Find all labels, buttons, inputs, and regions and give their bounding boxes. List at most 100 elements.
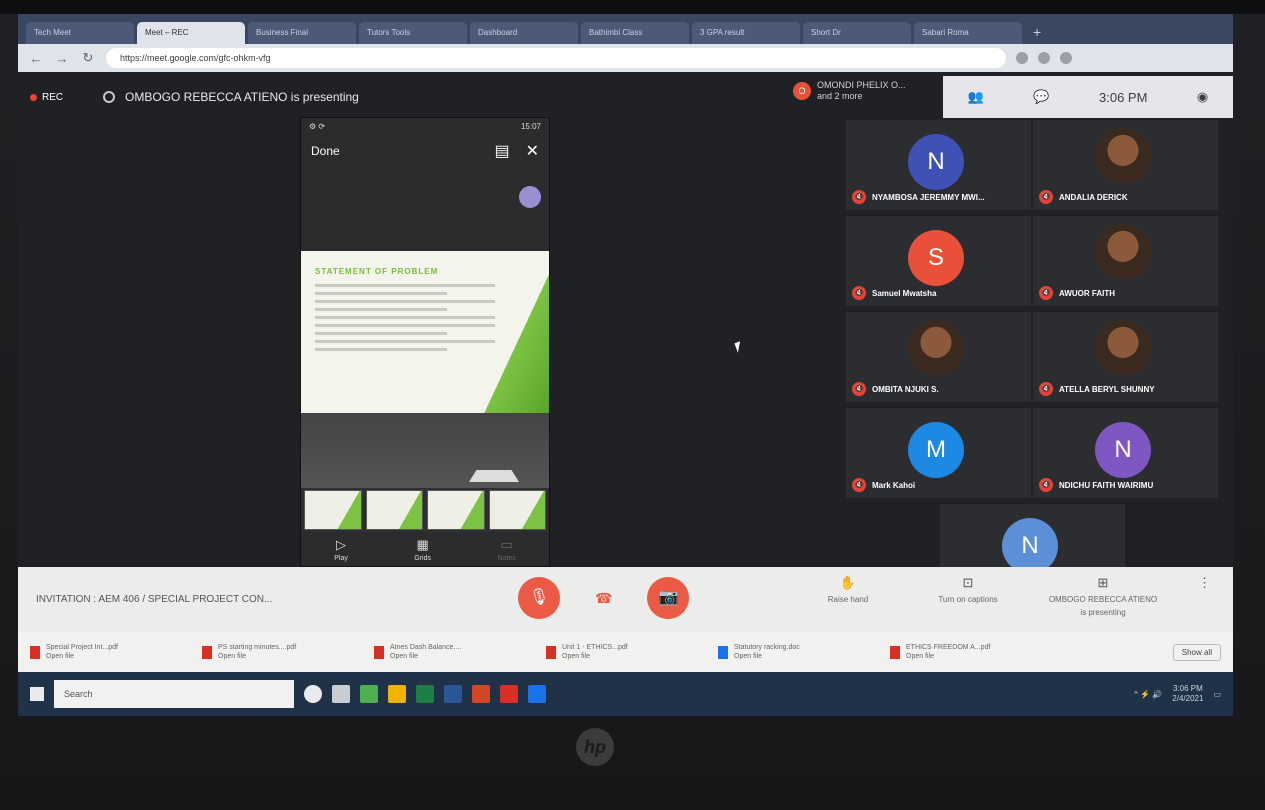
slide-text-line: [315, 308, 447, 311]
phone-status-bar: ⚙ ⟳ 15:07: [301, 118, 549, 136]
participant-name-row: 🔇 Samuel Mwatsha: [852, 286, 936, 300]
file-explorer-icon[interactable]: [388, 685, 406, 703]
browser-tab[interactable]: Sabari Roma: [914, 22, 1022, 44]
forward-icon[interactable]: →: [54, 51, 70, 66]
slide-thumbnail[interactable]: [427, 490, 485, 530]
url-field[interactable]: https://meet.google.com/gfc-ohkm-vfg: [106, 48, 1006, 68]
browser-tab[interactable]: 3 GPA result: [692, 22, 800, 44]
done-button[interactable]: Done: [311, 144, 340, 158]
participant-tile[interactable]: 🔇 ATELLA BERYL SHUNNY: [1033, 312, 1218, 402]
download-open-link[interactable]: Open file: [218, 653, 246, 660]
rec-label: REC: [42, 92, 64, 103]
grids-button[interactable]: ▦ Grids: [414, 537, 431, 562]
grid-icon: ▦: [416, 536, 429, 552]
hand-icon: ✋: [839, 575, 857, 590]
slide-thumbnail[interactable]: [365, 490, 423, 530]
excel-icon[interactable]: [416, 685, 434, 703]
download-item[interactable]: Special Project Int...pdf Open file: [30, 643, 188, 661]
download-open-link[interactable]: Open file: [390, 653, 418, 660]
download-item[interactable]: Atnes Dash Balance.... Open file: [374, 643, 532, 661]
muted-mic-icon: 🔇: [852, 286, 866, 300]
close-icon[interactable]: ✕: [526, 141, 539, 161]
download-open-link[interactable]: Open file: [734, 653, 762, 660]
notes-button[interactable]: ▭ Notes: [497, 537, 515, 562]
raise-hand-button[interactable]: ✋ Raise hand: [808, 575, 888, 617]
participant-photo: [908, 320, 964, 376]
slide-text-line: [315, 284, 496, 287]
participant-name-row: 🔇 ATELLA BERYL SHUNNY: [1039, 382, 1155, 396]
acrobat-icon[interactable]: [500, 685, 518, 703]
taskbar-search[interactable]: Search: [54, 680, 294, 708]
download-filename: Special Project Int...pdf: [46, 644, 118, 651]
presenting-sublabel: is presenting: [1080, 608, 1126, 617]
task-view-icon[interactable]: [332, 685, 350, 703]
notification-icon[interactable]: ▭: [1213, 690, 1221, 699]
new-tab-button[interactable]: +: [1025, 24, 1049, 44]
participant-tile[interactable]: M 🔇 Mark Kahoi: [846, 408, 1031, 498]
participant-grid: N 🔇 NYAMBOSA JEREMMY MWI... 🔇 ANDALIA DERICK…: [846, 120, 1220, 594]
participant-tile[interactable]: N 🔇 NYAMBOSA JEREMMY MWI...: [846, 120, 1031, 210]
chat-icon[interactable]: 💬: [1033, 89, 1049, 105]
clipboard-icon[interactable]: ▤: [494, 141, 509, 161]
more-options-icon[interactable]: ⋮: [1198, 575, 1211, 617]
participant-tile[interactable]: S 🔇 Samuel Mwatsha: [846, 216, 1031, 306]
pdf-file-icon: [890, 645, 900, 659]
download-item[interactable]: Statutory racking.doc Open file: [718, 643, 876, 661]
captions-button[interactable]: ⊡ Turn on captions: [928, 575, 1008, 617]
browser-tab[interactable]: Tech Meet: [26, 22, 134, 44]
participant-tile[interactable]: 🔇 AWUOR FAITH: [1033, 216, 1218, 306]
phone-blank-area: [301, 166, 549, 251]
browser-tab[interactable]: Dashboard: [470, 22, 578, 44]
word-icon[interactable]: [444, 685, 462, 703]
laptop-bezel: [0, 0, 1265, 14]
download-filename: PS starting minutes....pdf: [218, 644, 297, 651]
browser-tab[interactable]: Business Final: [248, 22, 356, 44]
joined-notification: O OMONDI PHELIX O... and 2 more: [793, 80, 906, 102]
muted-mic-icon: 🔇: [1039, 478, 1053, 492]
download-item[interactable]: Unit 1 - ETHICS...pdf Open file: [546, 643, 704, 661]
profile-avatar[interactable]: [1060, 52, 1072, 64]
camera-off-button[interactable]: 📷: [647, 577, 690, 619]
participant-tile[interactable]: N 🔇 NDICHU FAITH WAIRIMU: [1033, 408, 1218, 498]
slide-thumbnail[interactable]: [488, 490, 546, 530]
play-label: Play: [334, 554, 348, 562]
back-icon[interactable]: ←: [28, 51, 44, 66]
download-open-link[interactable]: Open file: [46, 653, 74, 660]
cortana-icon[interactable]: [304, 685, 322, 703]
presenting-button[interactable]: ⊞ OMBOGO REBECCA ATIENO is presenting: [1048, 575, 1158, 617]
meeting-title[interactable]: INVITATION : AEM 406 / SPECIAL PROJECT C…: [36, 594, 336, 605]
play-button[interactable]: ▷ Play: [334, 537, 348, 562]
browser-tab[interactable]: Bathimbi Class: [581, 22, 689, 44]
presentation-slide: STATEMENT OF PROBLEM: [301, 251, 549, 413]
self-avatar[interactable]: ◉: [1197, 89, 1208, 105]
leave-call-icon[interactable]: ☎: [595, 590, 612, 607]
call-actions: ✋ Raise hand ⊡ Turn on captions ⊞ OMBOGO…: [808, 575, 1211, 617]
extension-icon[interactable]: [1016, 52, 1028, 64]
windows-taskbar: Search ^ ⚡ 🔊 3:06 PM 2/4/2021 ▭: [18, 672, 1233, 716]
chrome-icon[interactable]: [360, 685, 378, 703]
browser-tab-bar: Tech Meet Meet – REC Business Final Tuto…: [18, 14, 1233, 44]
powerpoint-icon[interactable]: [472, 685, 490, 703]
participant-tile[interactable]: 🔇 OMBITA NJUKI S.: [846, 312, 1031, 402]
participant-tile[interactable]: 🔇 ANDALIA DERICK: [1033, 120, 1218, 210]
download-item[interactable]: PS starting minutes....pdf Open file: [202, 643, 360, 661]
show-all-button[interactable]: Show all: [1172, 643, 1221, 661]
browser-tab[interactable]: Tutors Tools: [359, 22, 467, 44]
hp-logo: hp: [576, 728, 614, 766]
reload-icon[interactable]: ↻: [80, 50, 96, 66]
mic-off-button[interactable]: 🎙: [518, 577, 560, 619]
store-icon[interactable]: [528, 685, 546, 703]
system-tray: ^ ⚡ 🔊 3:06 PM 2/4/2021 ▭: [1134, 684, 1221, 704]
slide-thumbnail[interactable]: [304, 490, 362, 530]
tray-icons[interactable]: ^ ⚡ 🔊: [1134, 690, 1162, 699]
people-icon[interactable]: 👥: [968, 89, 984, 105]
browser-tab[interactable]: Short Dr: [803, 22, 911, 44]
download-open-link[interactable]: Open file: [562, 653, 590, 660]
windows-start-icon[interactable]: [30, 687, 44, 701]
extension-icon[interactable]: [1038, 52, 1050, 64]
download-open-link[interactable]: Open file: [906, 653, 934, 660]
browser-tab-active[interactable]: Meet – REC: [137, 22, 245, 44]
download-item[interactable]: ETHICS FREEDOM A...pdf Open file: [890, 643, 1048, 661]
participant-avatar: N: [1095, 422, 1151, 478]
slide-text-line: [315, 332, 447, 335]
